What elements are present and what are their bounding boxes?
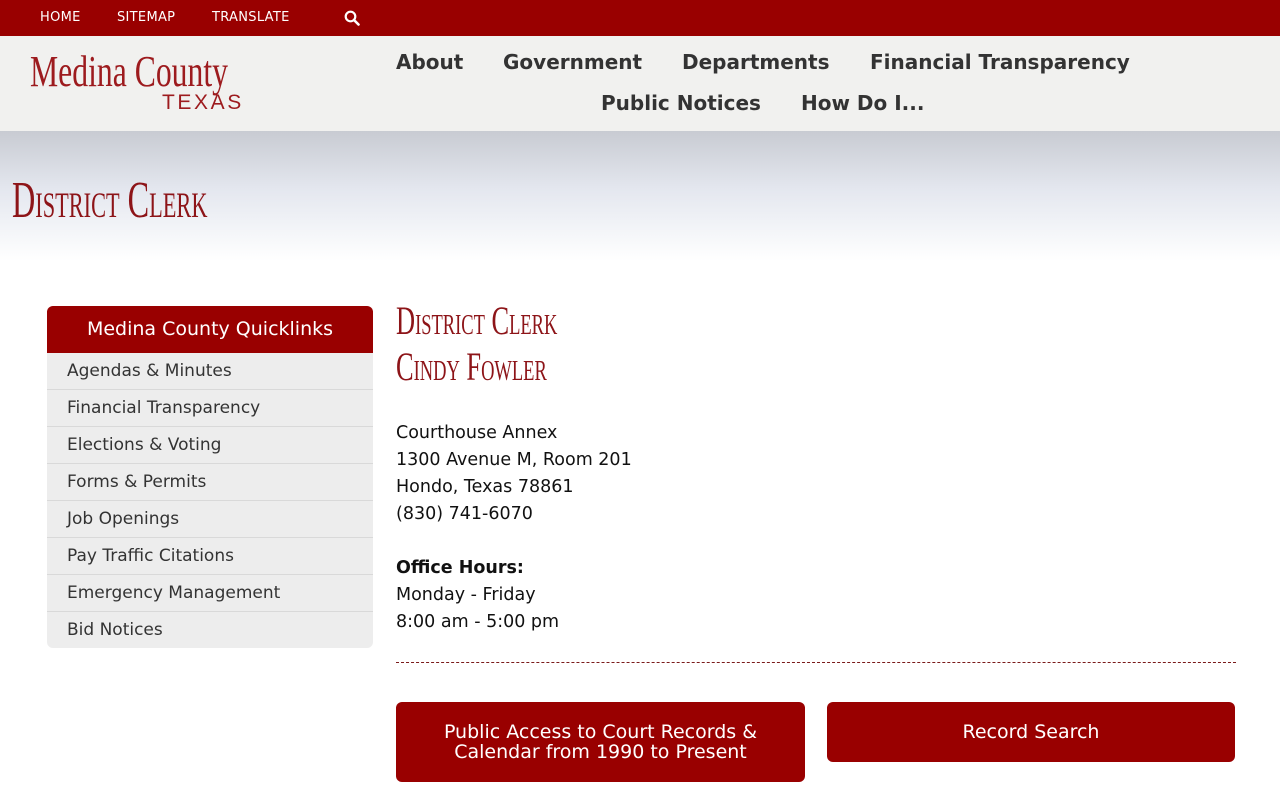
nav-financial-transparency[interactable]: Financial Transparency	[870, 50, 1130, 74]
public-access-button-line2: Calendar from 1990 to Present	[454, 741, 747, 763]
quicklinks-heading: Medina County Quicklinks	[47, 306, 373, 353]
logo-county-name: Medina County	[30, 47, 228, 96]
office-hours-label: Office Hours:	[396, 558, 524, 578]
top-utility-bar: HOME SITEMAP TRANSLATE	[0, 0, 1280, 36]
nav-public-notices[interactable]: Public Notices	[601, 91, 761, 115]
record-search-button[interactable]: Record Search	[827, 702, 1235, 762]
address-city: Hondo, Texas 78861	[396, 477, 574, 497]
medina-county-logo[interactable]: Medina County TEXAS	[30, 50, 260, 114]
site-header: Medina County TEXAS About Government Dep…	[0, 36, 1280, 131]
office-address: Courthouse Annex 1300 Avenue M, Room 201…	[396, 420, 632, 528]
page-title: District Clerk	[12, 172, 208, 229]
public-access-court-records-button[interactable]: Public Access to Court Records & Calenda…	[396, 702, 805, 782]
quicklink-agendas-minutes[interactable]: Agendas & Minutes	[47, 353, 373, 390]
nav-departments[interactable]: Departments	[682, 50, 830, 74]
office-hours-days: Monday - Friday	[396, 585, 536, 605]
content-heading-name: Cindy Fowler	[396, 344, 547, 389]
office-hours-times: 8:00 am - 5:00 pm	[396, 612, 560, 632]
office-hours: Office Hours: Monday - Friday 8:00 am - …	[396, 555, 559, 636]
nav-how-do-i[interactable]: How Do I...	[801, 91, 924, 115]
sitemap-link[interactable]: SITEMAP	[117, 10, 175, 25]
nav-about[interactable]: About	[396, 50, 463, 74]
quicklink-emergency-management[interactable]: Emergency Management	[47, 575, 373, 612]
quicklink-financial-transparency[interactable]: Financial Transparency	[47, 390, 373, 427]
logo-state-name: TEXAS	[162, 91, 244, 114]
search-icon[interactable]	[344, 10, 360, 26]
quicklink-bid-notices[interactable]: Bid Notices	[47, 612, 373, 648]
quicklink-elections-voting[interactable]: Elections & Voting	[47, 427, 373, 464]
quicklink-pay-traffic-citations[interactable]: Pay Traffic Citations	[47, 538, 373, 575]
content-heading: District Clerk Cindy Fowler	[396, 298, 557, 390]
content-divider	[396, 662, 1236, 663]
translate-link[interactable]: TRANSLATE	[212, 10, 290, 25]
address-street: 1300 Avenue M, Room 201	[396, 450, 632, 470]
home-link[interactable]: HOME	[40, 10, 81, 25]
quicklink-job-openings[interactable]: Job Openings	[47, 501, 373, 538]
quicklinks-panel: Medina County Quicklinks Agendas & Minut…	[47, 306, 373, 648]
page-title-banner: District Clerk	[0, 131, 1280, 261]
quicklink-forms-permits[interactable]: Forms & Permits	[47, 464, 373, 501]
address-building: Courthouse Annex	[396, 423, 558, 443]
public-access-button-line1: Public Access to Court Records &	[443, 721, 758, 743]
address-phone[interactable]: (830) 741-6070	[396, 501, 632, 528]
nav-government[interactable]: Government	[503, 50, 642, 74]
content-heading-office: District Clerk	[396, 298, 558, 343]
